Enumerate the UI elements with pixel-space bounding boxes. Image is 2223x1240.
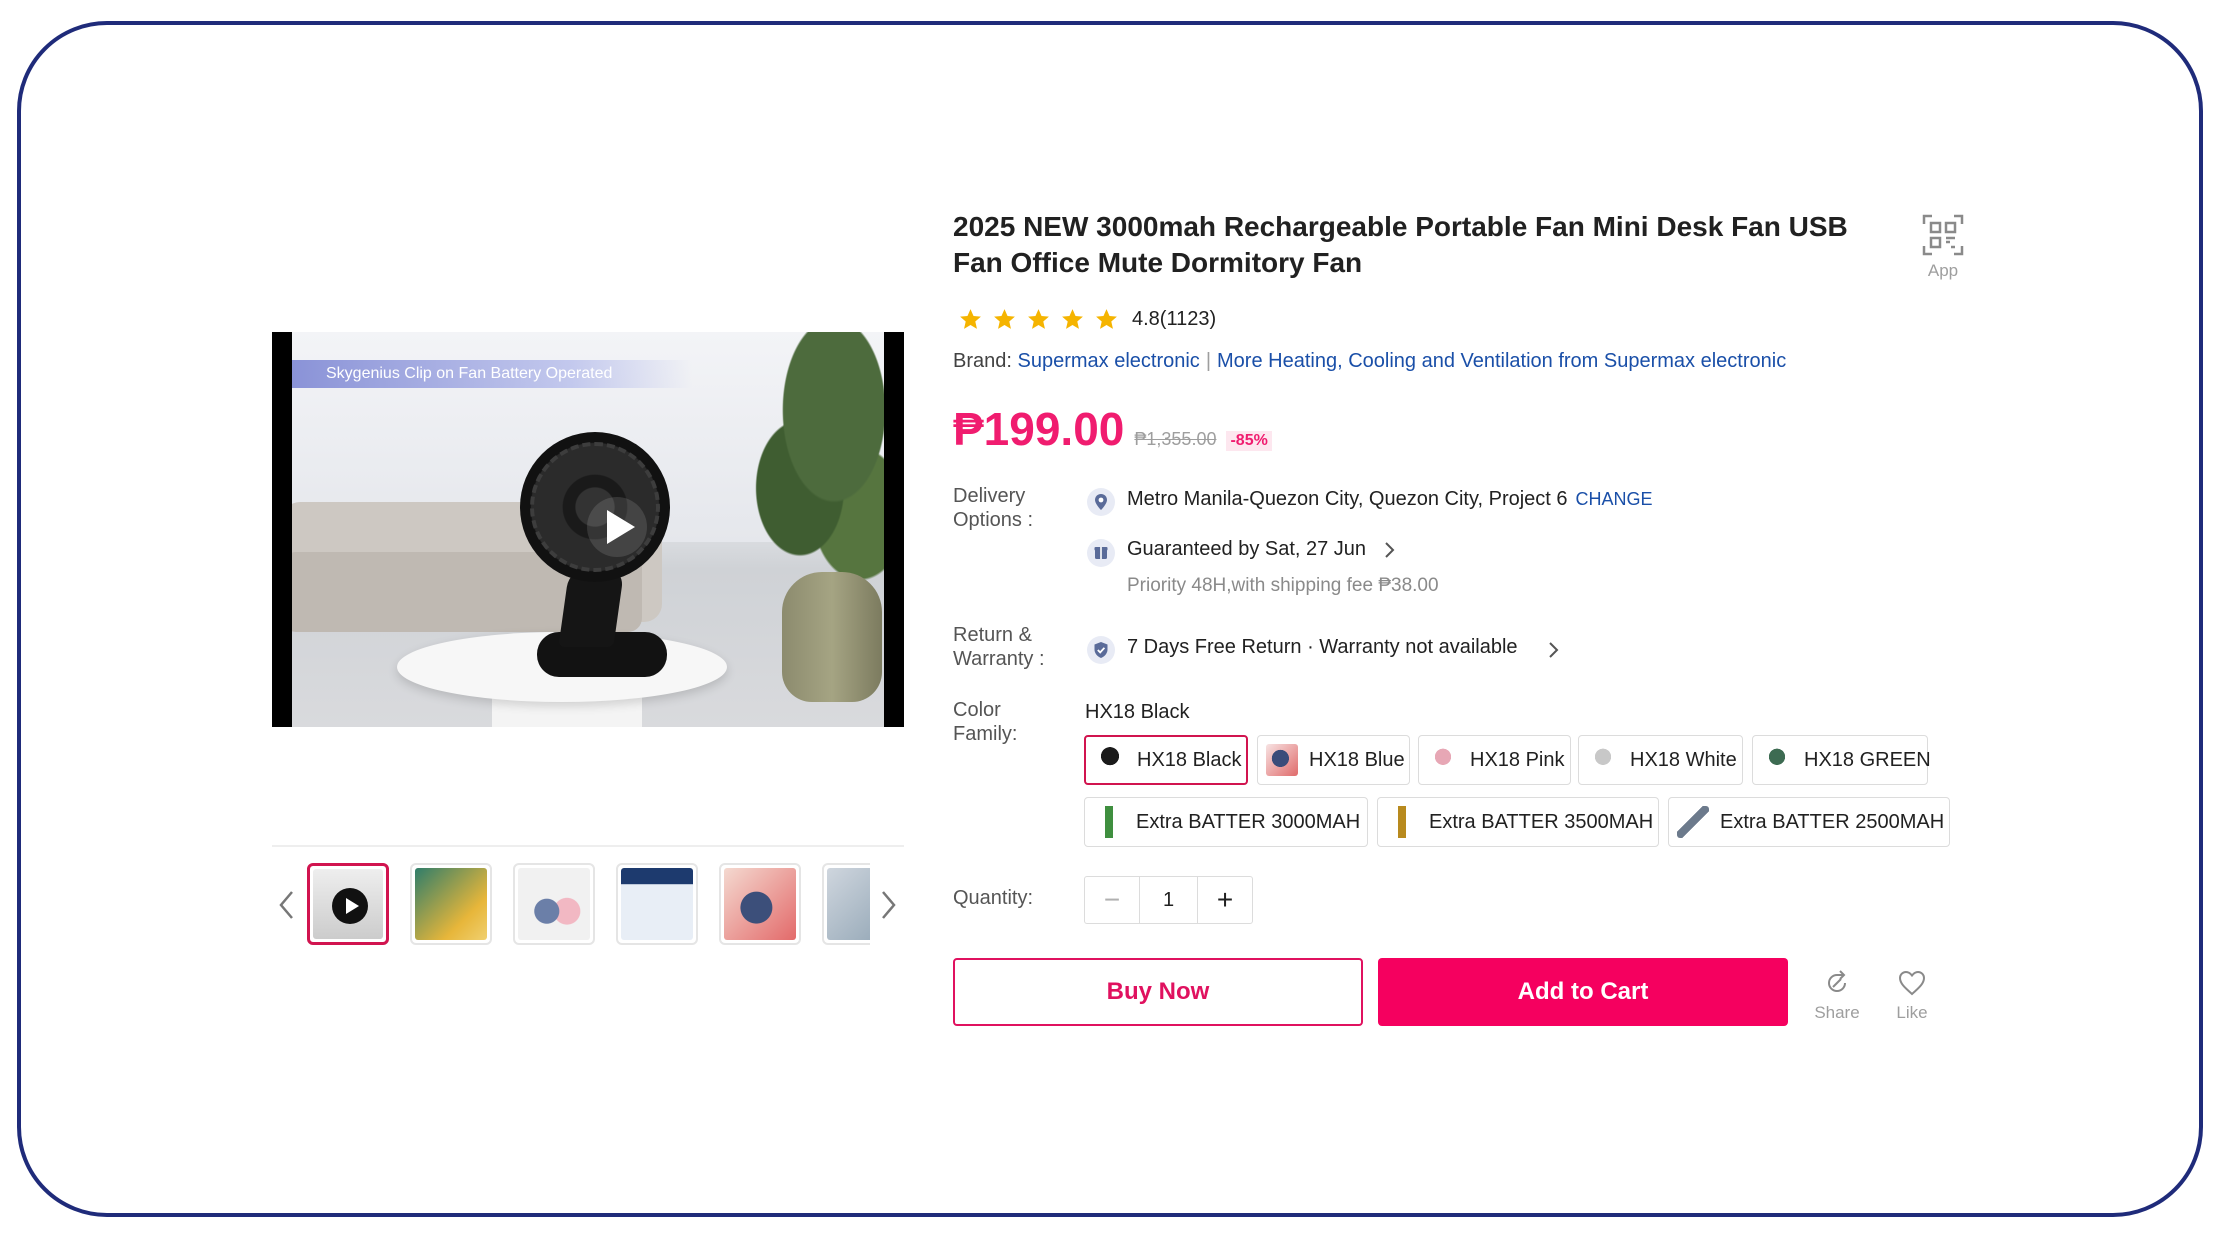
- delivery-location: Metro Manila-Quezon City, Quezon City, P…: [1127, 488, 1653, 511]
- thumbnail-prev-icon[interactable]: [276, 888, 298, 922]
- buy-now-button[interactable]: Buy Now: [953, 958, 1363, 1026]
- thumbnail-image[interactable]: [410, 863, 492, 945]
- app-label: App: [1927, 261, 1959, 280]
- share-button[interactable]: Share: [1807, 968, 1867, 1023]
- shipping-fee-text: Priority 48H,with shipping fee ₱38.00: [1127, 575, 1439, 596]
- app-qr-button[interactable]: App: [1916, 214, 1970, 281]
- thumbnail-strip: [307, 863, 870, 949]
- price-block: ₱199.00 ₱1,355.00 -85%: [953, 402, 1272, 456]
- color-option-label: HX18 Black: [1137, 748, 1242, 771]
- brand-label: Brand:: [953, 350, 1012, 372]
- thumbnail-image[interactable]: [513, 863, 595, 945]
- qr-code-icon: [1922, 214, 1964, 256]
- quantity-stepper: − 1 +: [1084, 876, 1253, 924]
- color-option-label: HX18 White: [1630, 748, 1737, 771]
- quantity-value[interactable]: 1: [1140, 877, 1197, 923]
- color-option-extra-batter-3500mah[interactable]: Extra BATTER 3500MAH: [1377, 797, 1659, 847]
- brand-line: Brand: Supermax electronic | More Heating,…: [953, 350, 1786, 373]
- thumbnail-play-icon: [332, 888, 368, 924]
- shield-icon: [1087, 636, 1115, 664]
- delivery-location-text: Metro Manila-Quezon City, Quezon City, P…: [1127, 488, 1568, 510]
- thumbnail-video[interactable]: [307, 863, 389, 945]
- original-price: ₱1,355.00: [1134, 429, 1217, 449]
- change-location-link[interactable]: CHANGE: [1576, 489, 1653, 509]
- color-option-label: Extra BATTER 3000MAH: [1136, 810, 1361, 833]
- color-option-hx18-black[interactable]: HX18 Black: [1084, 735, 1248, 785]
- gallery-divider: [272, 845, 904, 847]
- star-icon: [960, 308, 981, 329]
- color-option-extra-batter-3000mah[interactable]: Extra BATTER 3000MAH: [1084, 797, 1368, 847]
- color-option-label: HX18 GREEN: [1804, 748, 1931, 771]
- variant-thumb: [1677, 806, 1709, 838]
- guarantee-row[interactable]: Guaranteed by Sat, 27 Jun: [1127, 538, 1366, 561]
- variant-thumb: [1386, 806, 1418, 838]
- variant-thumb: [1427, 744, 1459, 776]
- play-icon[interactable]: [587, 497, 647, 557]
- rating-text: 4.8(1123): [1132, 307, 1217, 330]
- video-caption: Skygenius Clip on Fan Battery Operated: [292, 360, 692, 388]
- color-option-hx18-pink[interactable]: HX18 Pink: [1418, 735, 1571, 785]
- quantity-label: Quantity:: [953, 887, 1034, 909]
- variant-thumb: [1266, 744, 1298, 776]
- star-icon: [994, 308, 1015, 329]
- discount-badge: -85%: [1226, 431, 1272, 451]
- chevron-right-icon[interactable]: [1382, 540, 1396, 560]
- brand-separator: |: [1205, 350, 1212, 372]
- selected-color-text: HX18 Black: [1085, 701, 1190, 723]
- color-option-hx18-white[interactable]: HX18 White: [1578, 735, 1743, 785]
- product-title: 2025 NEW 3000mah Rechargeable Portable F…: [953, 211, 1848, 278]
- star-icon: [1096, 308, 1117, 329]
- warranty-text: 7 Days Free Return · Warranty not availa…: [1127, 636, 1518, 658]
- color-option-hx18-blue[interactable]: HX18 Blue: [1257, 735, 1410, 785]
- variant-thumb: [1587, 744, 1619, 776]
- color-option-label: Extra BATTER 2500MAH: [1720, 810, 1945, 833]
- like-button[interactable]: Like: [1882, 968, 1942, 1023]
- color-option-extra-batter-2500mah[interactable]: Extra BATTER 2500MAH: [1668, 797, 1950, 847]
- more-from-brand-link[interactable]: More Heating, Cooling and Ventilation fr…: [1217, 350, 1786, 372]
- star-icon: [1062, 308, 1083, 329]
- brand-link[interactable]: Supermax electronic: [1018, 350, 1200, 372]
- thumbnail-image[interactable]: [822, 863, 870, 945]
- color-option-label: HX18 Blue: [1309, 748, 1405, 771]
- variant-thumb: [1761, 744, 1793, 776]
- variant-thumb: [1093, 806, 1125, 838]
- color-option-label: Extra BATTER 3500MAH: [1429, 810, 1654, 833]
- color-option-hx18-green[interactable]: HX18 GREEN: [1752, 735, 1931, 785]
- color-option-label: HX18 Pink: [1470, 748, 1565, 771]
- color-family-label: Color Family:: [953, 699, 1018, 745]
- variant-thumb: [1094, 744, 1126, 776]
- thumbnail-next-icon[interactable]: [877, 888, 899, 922]
- video-frame: Skygenius Clip on Fan Battery Operated: [292, 332, 884, 727]
- current-price: ₱199.00: [953, 403, 1125, 455]
- add-to-cart-button[interactable]: Add to Cart: [1378, 958, 1788, 1026]
- location-icon: [1087, 488, 1115, 516]
- heart-icon: [1898, 970, 1926, 996]
- package-icon: [1087, 539, 1115, 567]
- quantity-increase-button[interactable]: +: [1197, 877, 1252, 923]
- warranty-label: Return & Warranty :: [953, 624, 1045, 670]
- thumbnail-image[interactable]: [616, 863, 698, 945]
- like-label: Like: [1896, 1003, 1928, 1022]
- delivery-label: Delivery Options :: [953, 485, 1034, 531]
- thumbnail-image[interactable]: [719, 863, 801, 945]
- quantity-decrease-button[interactable]: −: [1085, 877, 1140, 923]
- share-label: Share: [1814, 1003, 1860, 1022]
- share-icon: [1828, 970, 1846, 992]
- product-video-player[interactable]: Skygenius Clip on Fan Battery Operated: [272, 332, 904, 727]
- rating-summary[interactable]: 4.8(1123): [958, 304, 1216, 334]
- star-icon: [1028, 308, 1049, 329]
- chevron-right-icon[interactable]: [1546, 640, 1560, 660]
- plant-image: [732, 332, 884, 592]
